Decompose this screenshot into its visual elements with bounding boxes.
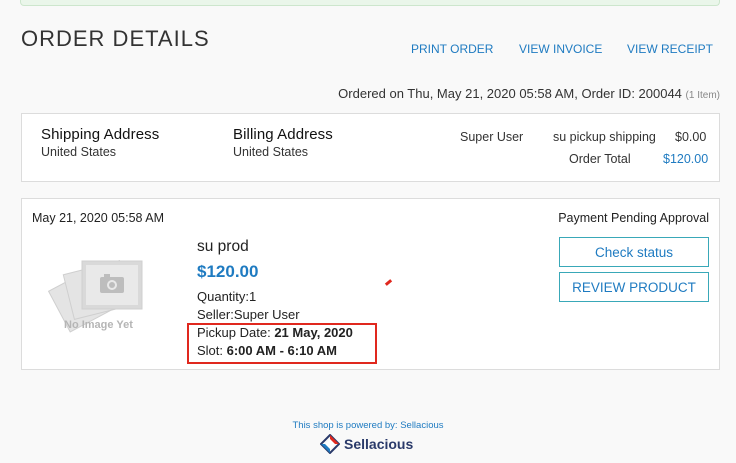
success-alert-bar	[20, 0, 720, 6]
view-invoice-link[interactable]: VIEW INVOICE	[519, 42, 602, 56]
check-status-button[interactable]: Check status	[559, 237, 709, 267]
payment-status: Payment Pending Approval	[558, 211, 709, 225]
shipping-cost: $0.00	[675, 130, 707, 144]
no-image-placeholder: No Image Yet	[47, 247, 158, 337]
order-items-count: (1 Item)	[685, 90, 720, 101]
view-receipt-link[interactable]: VIEW RECEIPT	[627, 42, 713, 56]
product-seller: Seller:Super User	[197, 307, 300, 322]
order-total-label: Order Total	[569, 152, 631, 166]
sellacious-logo-icon	[320, 434, 340, 454]
shipping-address-heading: Shipping Address	[41, 126, 160, 143]
pickup-highlight-box	[187, 323, 377, 364]
address-summary-panel: Shipping Address United States Billing A…	[21, 113, 720, 182]
sellacious-logo[interactable]: Sellacious	[320, 434, 413, 454]
product-price: $120.00	[197, 262, 259, 281]
product-quantity: Quantity:1	[197, 289, 257, 304]
order-actions: PRINT ORDER VIEW INVOICE VIEW RECEIPT	[0, 42, 736, 58]
powered-by-text[interactable]: This shop is powered by: Sellacious	[0, 420, 736, 431]
shipping-address-country: United States	[41, 145, 117, 159]
order-meta-text: Ordered on Thu, May 21, 2020 05:58 AM, O…	[338, 86, 682, 101]
order-total-value: $120.00	[663, 152, 709, 166]
order-meta: Ordered on Thu, May 21, 2020 05:58 AM, O…	[338, 86, 720, 101]
review-product-button[interactable]: REVIEW PRODUCT	[559, 272, 709, 302]
item-order-date: May 21, 2020 05:58 AM	[32, 211, 165, 225]
no-image-label: No Image Yet	[64, 319, 133, 331]
billing-address-heading: Billing Address	[233, 126, 333, 143]
shipping-method-label: su pickup shipping	[553, 130, 656, 144]
billing-address-country: United States	[233, 145, 309, 159]
product-name: su prod	[197, 238, 249, 255]
print-order-link[interactable]: PRINT ORDER	[411, 42, 493, 56]
sellacious-logo-text: Sellacious	[344, 436, 414, 452]
customer-name: Super User	[460, 130, 524, 144]
